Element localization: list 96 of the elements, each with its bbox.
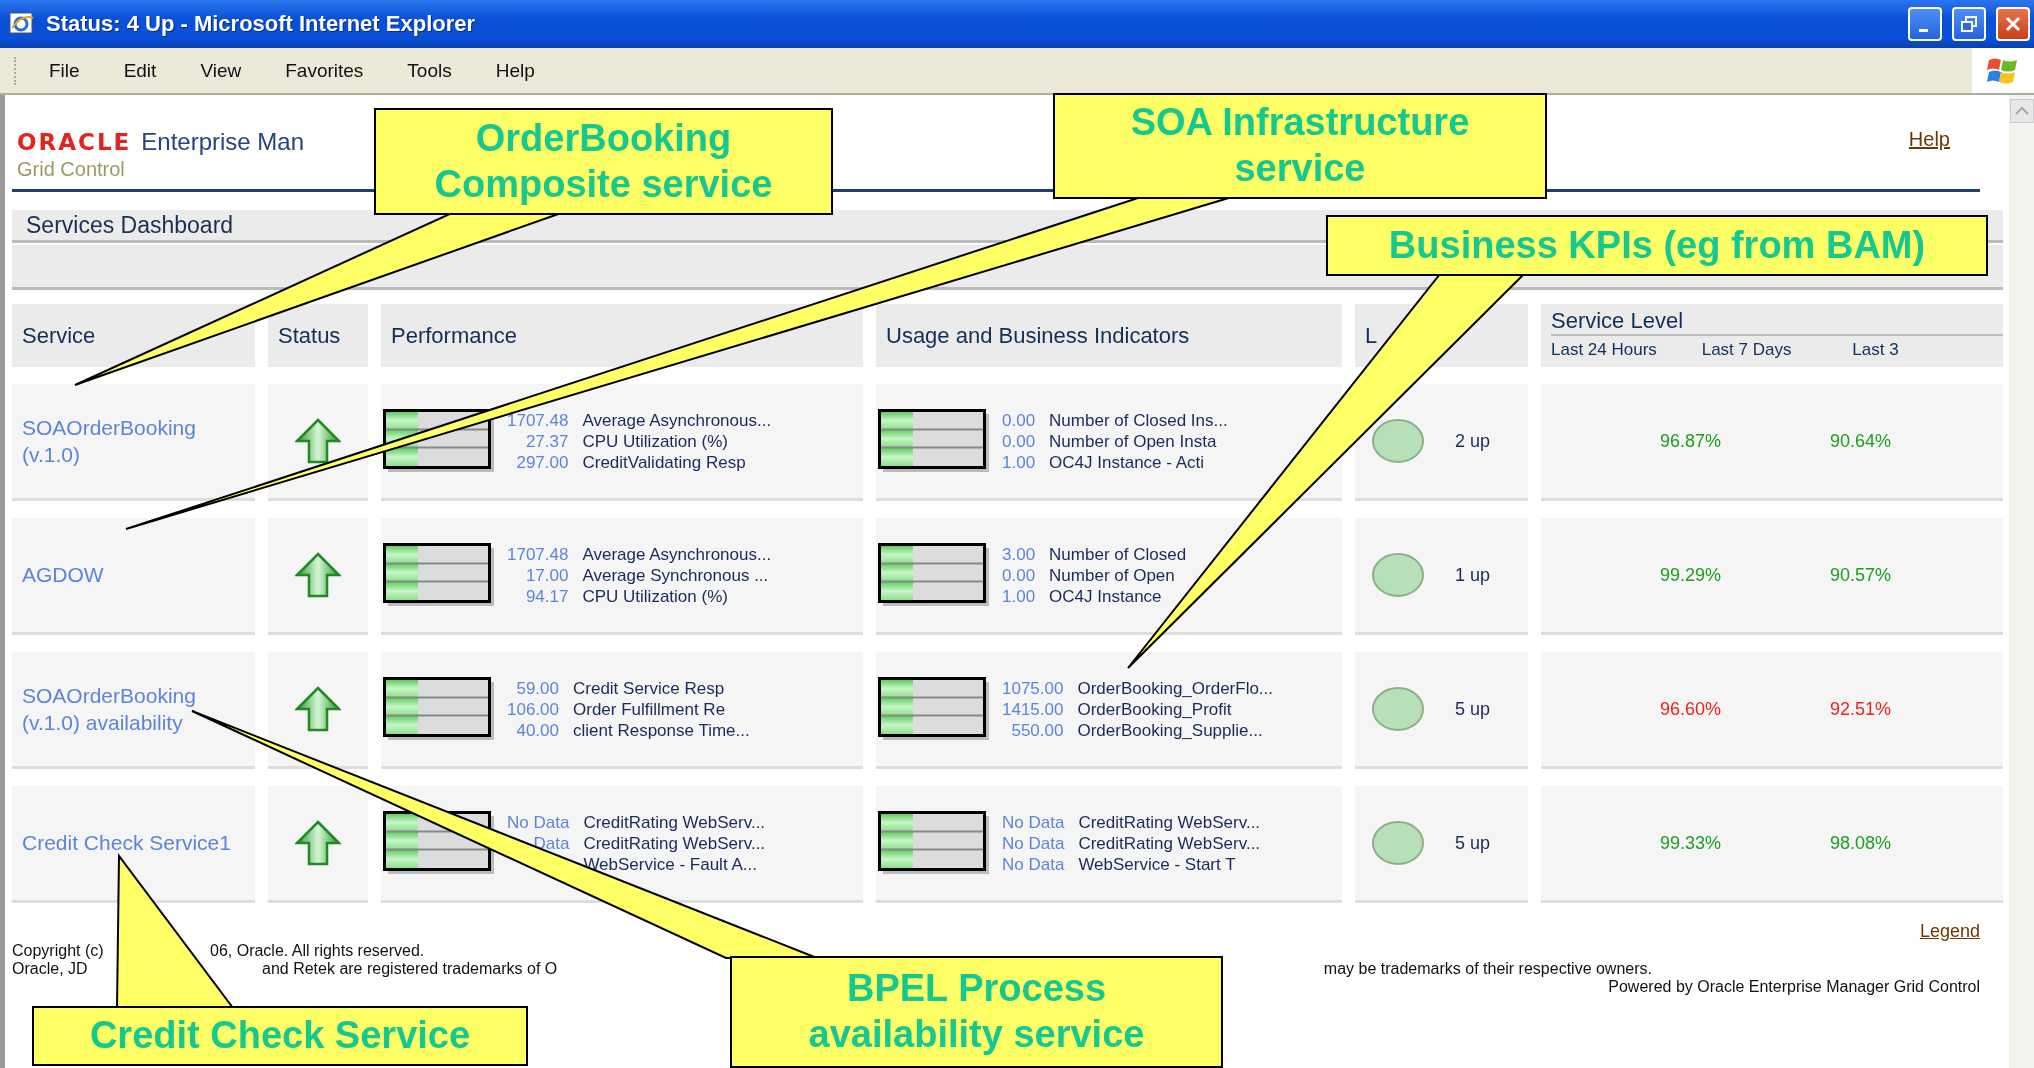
minimize-icon	[1918, 28, 1928, 32]
service-level-value: 92.51%	[1828, 698, 1891, 720]
callout-text: BPEL Process	[846, 966, 1107, 1012]
metric-value: No Data	[507, 811, 570, 833]
metric-value: No Data	[1002, 832, 1065, 854]
metric-value: 1415.00	[1002, 698, 1064, 720]
service-level-value: 90.57%	[1828, 564, 1891, 586]
metric-name: Average Synchronous ...	[582, 564, 770, 586]
service-level-value: 96.87%	[1658, 430, 1721, 452]
scrollbar[interactable]	[2009, 95, 2034, 1068]
metric-name: CPU Utilization (%)	[582, 430, 729, 452]
close-button[interactable]	[1996, 7, 2030, 41]
trademark-text: and Retek are registered trademarks of O	[262, 960, 559, 978]
metric-name: OrderBooking_Supplie...	[1077, 719, 1264, 741]
metric-name: Average Asynchronous...	[582, 543, 772, 565]
column-subheader: Last 7 Days	[1701, 340, 1793, 360]
metric-name: OrderBooking_OrderFlo...	[1077, 677, 1274, 699]
metric-value: 106.00	[507, 698, 559, 720]
window-title: Status: 4 Up - Microsoft Internet Explorer	[46, 11, 477, 37]
service-level-value: 90.64%	[1828, 430, 1891, 452]
copyright-text: 06, Oracle. All rights reserved.	[210, 942, 426, 960]
help-link[interactable]: Help	[1908, 128, 1950, 151]
minimize-button[interactable]	[1908, 7, 1942, 41]
member-count: 5 up	[1455, 832, 1491, 854]
metric-name: CreditRating WebServ...	[583, 811, 766, 833]
metric-name: Order Fulfillment Re	[573, 698, 727, 720]
metric-name: Number of Closed	[1049, 543, 1187, 565]
restore-button[interactable]	[1952, 7, 1986, 41]
metric-value: 94.17	[524, 585, 569, 607]
service-level-value: 99.29%	[1658, 564, 1721, 586]
legend-link[interactable]: Legend	[1919, 921, 1980, 942]
metric-value: 59.00	[515, 677, 559, 699]
metric-value: 1.00	[1002, 451, 1036, 473]
menu-item[interactable]: View	[200, 59, 242, 82]
trademark-text: may be trademarks of their respective owners.	[1323, 960, 1652, 978]
callout-text: service	[1234, 146, 1366, 191]
column-header: Usage and Business Indicators	[876, 304, 1342, 367]
callout-text: Credit Check Service	[89, 1013, 471, 1059]
metric-name: CreditRating WebServ...	[1078, 832, 1261, 854]
callout-text: OrderBooking	[475, 115, 732, 161]
product-title: Enterprise Man	[141, 128, 305, 156]
callout-text: Composite service	[434, 161, 773, 207]
column-subheader: Last 24 Hours	[1551, 340, 1658, 360]
callout-text: availability service	[808, 1012, 1145, 1057]
member-count: 2 up	[1455, 430, 1491, 452]
trademark-text: Oracle, JD	[12, 960, 88, 977]
metric-value: 1707.48	[507, 409, 569, 431]
member-count: 5 up	[1455, 698, 1491, 720]
metric-name: CreditValidating Resp	[582, 451, 747, 473]
close-icon	[2003, 14, 2023, 34]
metric-value: 40.00	[515, 719, 559, 741]
metric-name: CreditRating WebServ...	[1078, 811, 1261, 833]
metric-name: Number of Open Insta	[1049, 430, 1218, 452]
service-level-value: 96.60%	[1658, 698, 1721, 720]
metric-value: 1707.48	[507, 543, 569, 565]
column-header: Service Level	[1551, 304, 2003, 336]
service-level-value: 99.33%	[1658, 832, 1721, 854]
menu-item[interactable]: Help	[495, 59, 535, 82]
metric-value: 3.00	[1002, 543, 1036, 565]
metric-name: client Response Time...	[573, 719, 750, 741]
metric-value: 1075.00	[1002, 677, 1064, 699]
metric-name: Number of Closed Ins...	[1049, 409, 1228, 431]
metric-name: OC4J Instance	[1049, 585, 1163, 607]
metric-value: 27.37	[524, 430, 569, 452]
metric-value: 0.00	[1002, 409, 1036, 431]
metric-value: No Data	[1002, 853, 1065, 875]
column-subheader: Last 3	[1852, 340, 1900, 360]
metric-name: Credit Service Resp	[573, 677, 726, 699]
copyright-text: Copyright (c)	[12, 942, 104, 959]
member-count: 1 up	[1455, 564, 1491, 586]
metric-value: 550.00	[1010, 719, 1064, 741]
callout-text: SOA Infrastructure	[1130, 100, 1470, 146]
metric-name: Average Asynchronous...	[582, 409, 772, 431]
metric-name: OrderBooking_Profit	[1077, 698, 1233, 720]
restore-icon	[1960, 15, 1978, 33]
metric-name: CPU Utilization (%)	[582, 585, 729, 607]
metric-name: Number of Open	[1049, 564, 1176, 586]
metric-value: No Data	[1002, 811, 1065, 833]
logo-text: ORACLE	[17, 129, 132, 155]
metric-name: WebService - Start T	[1078, 853, 1237, 875]
metric-name: CreditRating WebServ...	[583, 832, 766, 854]
powered-by-text: Powered by Oracle Enterprise Manager Grid Control	[1608, 978, 1980, 996]
metric-value: 0.00	[1002, 564, 1036, 586]
menu-item[interactable]: File	[49, 59, 80, 82]
metric-name: OC4J Instance - Acti	[1049, 451, 1206, 473]
menu-item[interactable]: Favorites	[285, 59, 364, 82]
menu-item[interactable]: Edit	[123, 59, 157, 82]
menu-item[interactable]: Tools	[407, 59, 452, 82]
product-subtitle: Grid Control	[17, 158, 126, 181]
metric-value: 17.00	[524, 564, 569, 586]
metric-value: 0.00	[1002, 430, 1036, 452]
service-level-value: 98.08%	[1828, 832, 1891, 854]
metric-value: 1.00	[1002, 585, 1036, 607]
column-header: Status	[268, 304, 368, 367]
metric-name: WebService - Fault A...	[583, 853, 758, 875]
metric-value: 297.00	[515, 451, 569, 473]
